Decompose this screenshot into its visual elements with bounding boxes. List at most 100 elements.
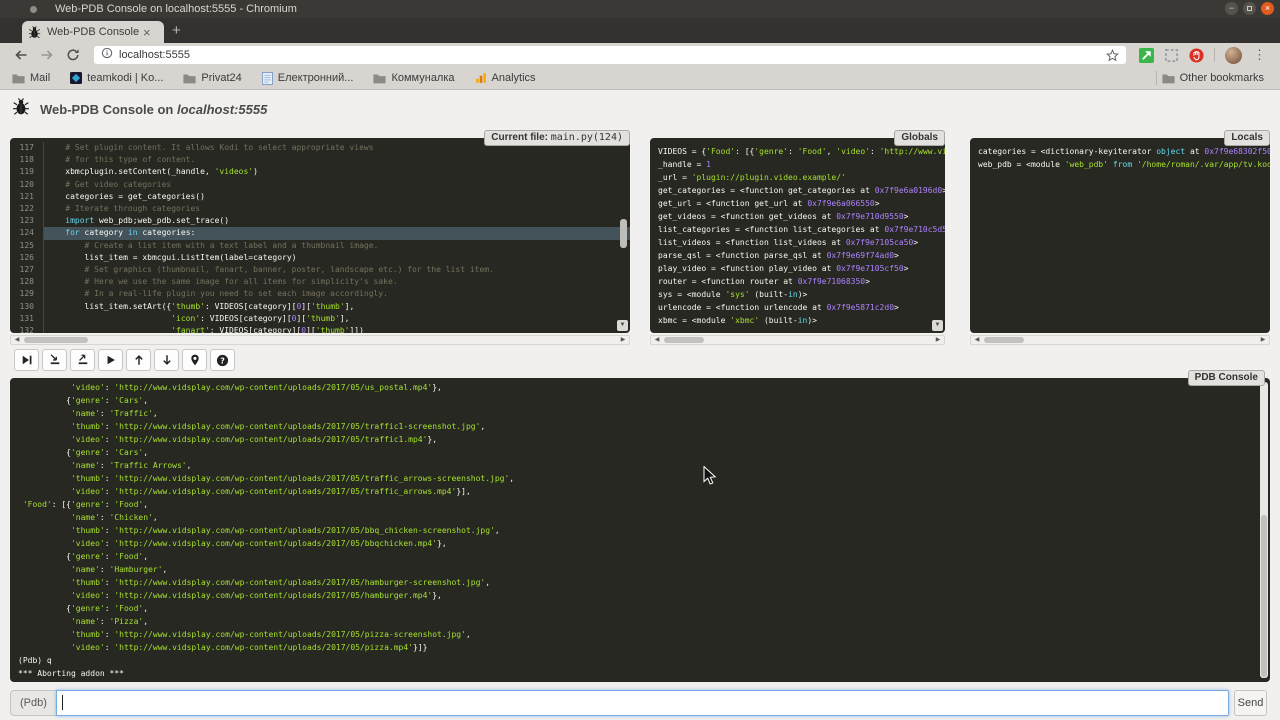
url-text[interactable]: localhost:5555 <box>119 49 190 61</box>
global-variable-line: _url = 'plugin://plugin.video.example/' <box>658 171 935 184</box>
bookmark-label: Коммуналка <box>391 72 454 84</box>
folder-icon <box>1162 73 1175 84</box>
bookmark-item[interactable]: Analytics <box>475 72 536 84</box>
new-tab-button[interactable]: + <box>172 22 181 40</box>
bookmark-item[interactable]: Коммуналка <box>373 72 454 84</box>
bookmark-item[interactable]: Mail <box>12 72 50 84</box>
window-titlebar: Web-PDB Console on localhost:5555 - Chro… <box>0 0 1280 18</box>
down-button[interactable] <box>154 349 179 371</box>
page-info-icon[interactable] <box>101 46 113 64</box>
extension-resizer-icon[interactable] <box>1139 48 1154 63</box>
console-vertical-scrollbar[interactable] <box>1260 382 1268 678</box>
line-number: 118 <box>10 154 44 166</box>
console-line: 'video': 'http://www.vidsplay.com/wp-con… <box>18 641 1258 654</box>
send-button[interactable]: Send <box>1234 690 1267 716</box>
forward-icon[interactable] <box>40 48 54 62</box>
scroll-right-arrow[interactable]: ▶ <box>933 336 943 344</box>
console-line: 'name': 'Pizza', <box>18 615 1258 628</box>
page-header: Web-PDB Console on localhost:5555 <box>12 98 267 121</box>
scrollbar-thumb[interactable] <box>1261 515 1267 677</box>
return-button[interactable] <box>70 349 95 371</box>
code-vertical-scrollbar[interactable] <box>619 141 628 319</box>
code-line: 126 list_item = xbmcgui.ListItem(label=c… <box>10 252 630 264</box>
scroll-left-arrow[interactable]: ◀ <box>12 336 22 344</box>
window-title: Web-PDB Console on localhost:5555 - Chro… <box>55 3 297 15</box>
up-button[interactable] <box>126 349 151 371</box>
console-line: {'genre': 'Food', <box>18 550 1258 563</box>
command-input[interactable] <box>56 690 1229 716</box>
console-line: {'genre': 'Cars', <box>18 394 1258 407</box>
globals-horizontal-scrollbar[interactable]: ◀ ▶ <box>650 335 945 345</box>
extension-adblock-icon[interactable] <box>1189 48 1204 63</box>
bookmark-item[interactable]: Електронний... <box>262 72 354 85</box>
text-cursor <box>62 695 63 710</box>
local-variable-line: web_pdb = <module 'web_pdb' from '/home/… <box>978 158 1260 171</box>
tab-title: Web-PDB Console on loca <box>47 26 139 38</box>
line-number: 125 <box>10 240 44 252</box>
reload-icon[interactable] <box>66 48 80 62</box>
address-bar[interactable]: localhost:5555 <box>94 46 1126 64</box>
scroll-right-arrow[interactable]: ▶ <box>618 336 628 344</box>
console-line: {'genre': 'Food', <box>18 602 1258 615</box>
scroll-down-arrow[interactable]: ▼ <box>932 320 943 331</box>
maximize-button[interactable] <box>1243 2 1256 15</box>
maximize-icon <box>1247 6 1252 11</box>
bookmark-item[interactable]: teamkodi | Ko... <box>70 72 163 84</box>
step-into-icon <box>49 354 61 366</box>
profile-avatar[interactable] <box>1225 47 1242 64</box>
next-button[interactable] <box>14 349 39 371</box>
location-pin-icon <box>189 354 201 366</box>
extension-capture-icon[interactable] <box>1164 48 1179 63</box>
folder-icon <box>12 73 25 84</box>
continue-icon <box>105 354 117 366</box>
scrollbar-thumb[interactable] <box>984 337 1024 343</box>
line-number: 122 <box>10 203 44 215</box>
help-icon: ? <box>216 354 229 367</box>
line-number: 128 <box>10 276 44 288</box>
code-line: 123 import web_pdb;web_pdb.set_trace() <box>10 215 630 227</box>
code-line: 127 # Set graphics (thumbnail, fanart, b… <box>10 264 630 276</box>
scroll-right-arrow[interactable]: ▶ <box>1258 336 1268 344</box>
scrollbar-thumb[interactable] <box>24 337 88 343</box>
help-button[interactable]: ? <box>210 349 235 371</box>
minimize-button[interactable]: − <box>1225 2 1238 15</box>
global-variable-line: _handle = 1 <box>658 158 935 171</box>
code-lines: 117 # Set plugin content. It allows Kodi… <box>10 138 630 333</box>
locals-horizontal-scrollbar[interactable]: ◀ ▶ <box>970 335 1270 345</box>
back-icon[interactable] <box>14 48 28 62</box>
document-favicon <box>262 72 273 85</box>
console-output: 'video': 'http://www.vidsplay.com/wp-con… <box>10 378 1270 682</box>
tab-close-icon[interactable]: × <box>143 26 151 39</box>
line-number: 132 <box>10 325 44 333</box>
line-number: 127 <box>10 264 44 276</box>
step-button[interactable] <box>42 349 67 371</box>
close-button[interactable]: × <box>1261 2 1274 15</box>
scrollbar-thumb[interactable] <box>664 337 704 343</box>
global-variable-line: VIDEOS = {'Food': [{'genre': 'Food', 'vi… <box>658 145 935 158</box>
global-variable-line: sys = <module 'sys' (built-in)> <box>658 288 935 301</box>
scroll-left-arrow[interactable]: ◀ <box>652 336 662 344</box>
line-number: 119 <box>10 166 44 178</box>
current-file-label: Current file: main.py(124) <box>484 130 630 146</box>
where-button[interactable] <box>182 349 207 371</box>
code-horizontal-scrollbar[interactable]: ◀ ▶ <box>10 335 630 345</box>
browser-tab[interactable]: Web-PDB Console on loca × <box>22 21 164 43</box>
console-line: 'video': 'http://www.vidsplay.com/wp-con… <box>18 433 1258 446</box>
scrollbar-thumb[interactable] <box>620 219 627 247</box>
browser-menu-icon[interactable]: ⋮ <box>1253 47 1266 63</box>
bookmarks-bar: Mail teamkodi | Ko... Privat24 Електронний.… <box>0 67 1280 90</box>
window-controls: − × <box>1225 2 1274 15</box>
console-line: 'Food': [{'genre': 'Food', <box>18 498 1258 511</box>
continue-button[interactable] <box>98 349 123 371</box>
scroll-down-arrow[interactable]: ▼ <box>617 320 628 331</box>
scroll-left-arrow[interactable]: ◀ <box>972 336 982 344</box>
pdb-prompt-label: (Pdb) <box>10 690 56 716</box>
console-line: 'name': 'Hamburger', <box>18 563 1258 576</box>
line-number: 124 <box>10 227 44 239</box>
bookmark-item[interactable]: Privat24 <box>183 72 241 84</box>
other-bookmarks-button[interactable]: Other bookmarks <box>1162 72 1264 84</box>
bookmark-star-icon[interactable] <box>1106 49 1119 62</box>
current-file-name: main.py(124) <box>551 132 623 143</box>
window-app-icon <box>30 6 37 13</box>
global-variable-line: get_videos = <function get_videos at 0x7… <box>658 210 935 223</box>
